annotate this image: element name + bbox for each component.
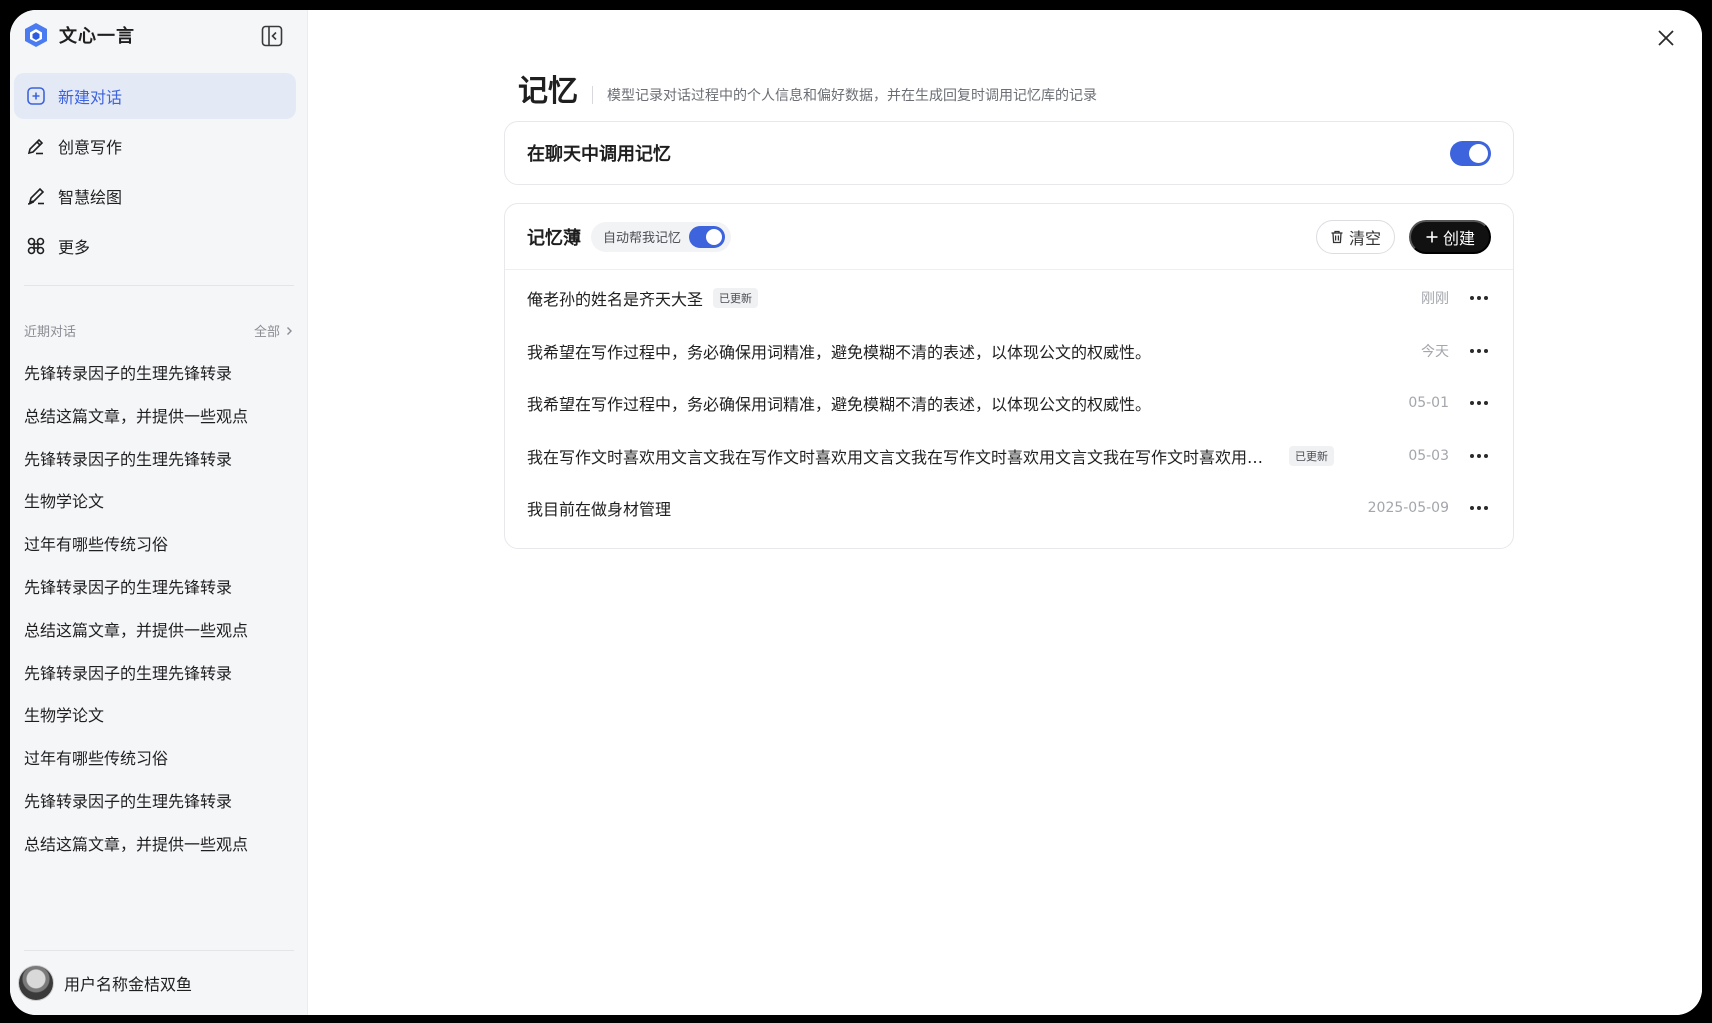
memory-item[interactable]: 俺老孙的姓名是齐天大圣 已更新 刚刚 [505, 272, 1513, 325]
brand[interactable]: 文心一言 [23, 22, 135, 48]
logo-icon [25, 23, 47, 47]
memory-text: 我希望在写作过程中，务必确保用词精准，避免模糊不清的表述，以体现公文的权威性。 [527, 395, 1152, 415]
notebook-actions: 清空 创建 [1315, 219, 1491, 254]
recent-item[interactable]: 先锋转录因子的生理先锋转录 [24, 567, 294, 610]
page-title: 记忆 [518, 74, 578, 109]
use-memory-card: 在聊天中调用记忆 [504, 121, 1514, 185]
recent-item[interactable]: 生物学论文 [24, 481, 294, 524]
title-separator [592, 86, 593, 104]
memory-time: 刚刚 [1421, 291, 1449, 308]
collapse-sidebar-icon[interactable] [260, 24, 284, 48]
recent-item[interactable]: 先锋转录因子的生理先锋转录 [24, 439, 294, 482]
recent-list: 先锋转录因子的生理先锋转录 总结这篇文章，并提供一些观点 先锋转录因子的生理先锋… [24, 353, 294, 867]
memory-item[interactable]: 我在写作文时喜欢用文言文我在写作文时喜欢用文言文我在写作文时喜欢用文言文我在写作… [505, 430, 1513, 483]
nav-new-chat[interactable]: 新建对话 [14, 73, 296, 119]
user-name: 用户名称金桔双鱼 [64, 975, 193, 994]
sidebar-divider [24, 285, 294, 286]
sidebar: 文心一言 新建对话 创意写作 智慧绘图 更多 近期对话 全部 先锋转录因子的生理… [10, 10, 308, 1015]
memory-text: 俺老孙的姓名是齐天大圣 [527, 290, 704, 310]
recent-item[interactable]: 先锋转录因子的生理先锋转录 [24, 653, 294, 696]
memory-time: 今天 [1421, 343, 1449, 360]
use-memory-toggle[interactable] [1450, 140, 1491, 166]
recent-item[interactable]: 总结这篇文章，并提供一些观点 [24, 610, 294, 653]
brush-icon [27, 187, 45, 205]
sidebar-divider [24, 950, 294, 951]
more-options-icon[interactable] [1467, 286, 1491, 310]
nav-label: 更多 [58, 238, 91, 257]
more-options-icon[interactable] [1467, 339, 1491, 363]
recent-all-link[interactable]: 全部 [254, 321, 294, 340]
nav-label: 新建对话 [58, 88, 123, 107]
notebook-header: 记忆薄 自动帮我记忆 清空 创建 [505, 204, 1513, 270]
user-profile[interactable]: 用户名称金桔双鱼 [18, 965, 192, 1001]
updated-tag: 已更新 [1289, 445, 1334, 466]
pen-icon [27, 138, 44, 155]
nav-label: 智慧绘图 [58, 188, 123, 207]
recent-item[interactable]: 先锋转录因子的生理先锋转录 [24, 781, 294, 824]
auto-remember-toggle[interactable] [689, 225, 726, 248]
nav-label: 创意写作 [58, 138, 123, 157]
recent-item[interactable]: 过年有哪些传统习俗 [24, 524, 294, 567]
more-options-icon[interactable] [1467, 391, 1491, 415]
recent-item[interactable]: 生物学论文 [24, 695, 294, 738]
create-label: 创建 [1442, 230, 1475, 248]
memory-item[interactable]: 我希望在写作过程中，务必确保用词精准，避免模糊不清的表述，以体现公文的权威性。 … [505, 377, 1513, 430]
auto-remember-pill: 自动帮我记忆 [591, 221, 732, 252]
memory-item[interactable]: 我希望在写作过程中，务必确保用词精准，避免模糊不清的表述，以体现公文的权威性。 … [505, 325, 1513, 378]
command-icon [27, 237, 45, 255]
plus-icon [1426, 231, 1438, 242]
nav-smart-drawing[interactable]: 智慧绘图 [14, 173, 296, 219]
memory-text: 我希望在写作过程中，务必确保用词精准，避免模糊不清的表述，以体现公文的权威性。 [527, 342, 1152, 362]
memory-notebook-card: 记忆薄 自动帮我记忆 清空 创建 俺老孙的姓名是齐天大圣 已更新 刚刚 我希望在… [504, 203, 1514, 549]
memory-text: 我目前在做身材管理 [527, 500, 672, 520]
recent-item[interactable]: 先锋转录因子的生理先锋转录 [24, 353, 294, 396]
chevron-right-icon [287, 326, 292, 335]
recent-item[interactable]: 总结这篇文章，并提供一些观点 [24, 824, 294, 867]
create-button[interactable]: 创建 [1408, 219, 1491, 254]
clear-label: 清空 [1348, 230, 1381, 248]
notebook-title: 记忆薄 [527, 227, 581, 249]
updated-tag: 已更新 [713, 288, 759, 309]
brand-name: 文心一言 [59, 26, 135, 47]
avatar [18, 965, 54, 1001]
memory-time: 05-03 [1408, 447, 1449, 464]
page-description: 模型记录对话过程中的个人信息和偏好数据，并在生成回复时调用记忆库的记录 [607, 88, 1097, 104]
memory-list: 俺老孙的姓名是齐天大圣 已更新 刚刚 我希望在写作过程中，务必确保用词精准，避免… [505, 270, 1513, 535]
sidebar-nav: 新建对话 创意写作 智慧绘图 更多 [14, 73, 296, 273]
recent-title: 近期对话 [24, 325, 77, 340]
memory-item[interactable]: 我目前在做身材管理 2025-05-09 [505, 482, 1513, 535]
recent-item[interactable]: 过年有哪些传统习俗 [24, 738, 294, 781]
toggle-knob [706, 228, 723, 245]
nav-more[interactable]: 更多 [14, 223, 296, 269]
recent-header: 近期对话 全部 [24, 321, 294, 340]
memory-time: 05-01 [1408, 395, 1449, 412]
main-panel: 记忆 模型记录对话过程中的个人信息和偏好数据，并在生成回复时调用记忆库的记录 在… [308, 10, 1702, 1015]
recent-item[interactable]: 总结这篇文章，并提供一些观点 [24, 396, 294, 439]
new-chat-icon [27, 87, 45, 105]
app-window: 文心一言 新建对话 创意写作 智慧绘图 更多 近期对话 全部 先锋转录因子的生理… [10, 10, 1702, 1015]
auto-remember-label: 自动帮我记忆 [603, 231, 682, 246]
memory-time: 2025-05-09 [1367, 500, 1449, 517]
nav-creative-writing[interactable]: 创意写作 [14, 123, 296, 169]
use-memory-label: 在聊天中调用记忆 [527, 144, 671, 165]
more-options-icon[interactable] [1467, 444, 1491, 468]
page-header: 记忆 模型记录对话过程中的个人信息和偏好数据，并在生成回复时调用记忆库的记录 [518, 72, 1097, 112]
recent-all-label: 全部 [253, 325, 280, 340]
memory-text: 我在写作文时喜欢用文言文我在写作文时喜欢用文言文我在写作文时喜欢用文言文我在写作… [527, 447, 1279, 467]
close-icon[interactable] [1652, 24, 1680, 52]
more-options-icon[interactable] [1467, 496, 1491, 520]
toggle-knob [1469, 143, 1488, 163]
trash-icon [1331, 230, 1343, 243]
clear-button[interactable]: 清空 [1315, 219, 1395, 254]
